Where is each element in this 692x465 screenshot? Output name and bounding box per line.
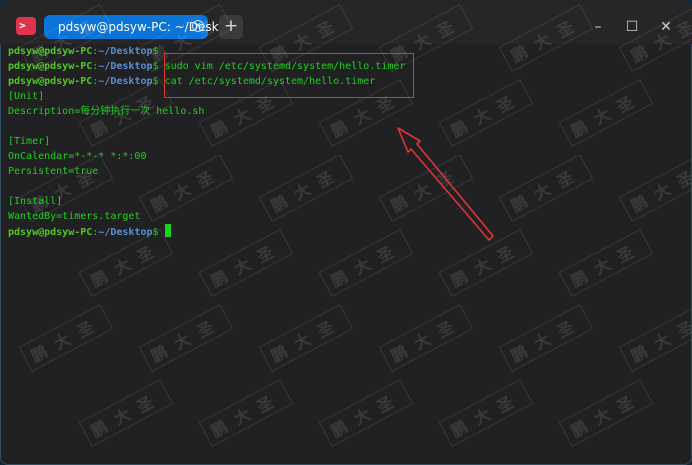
terminal-prompt-icon: > [19, 19, 26, 32]
terminal-app-icon[interactable]: > [16, 17, 36, 35]
annotation-arrow-icon [397, 127, 494, 241]
terminal-window: > pdsyw@pdsyw-PC: ~/Desktop × + – ☐ ✕ 鹏大… [0, 0, 692, 465]
terminal-output[interactable]: 鹏大圣 鹏大圣 鹏大圣 鹏大圣 鹏大圣 鹏大圣 鹏大圣 鹏大圣 鹏大圣 鹏大圣 鹏大圣 鹏大圣 鹏大圣鹏… [0, 4, 692, 465]
